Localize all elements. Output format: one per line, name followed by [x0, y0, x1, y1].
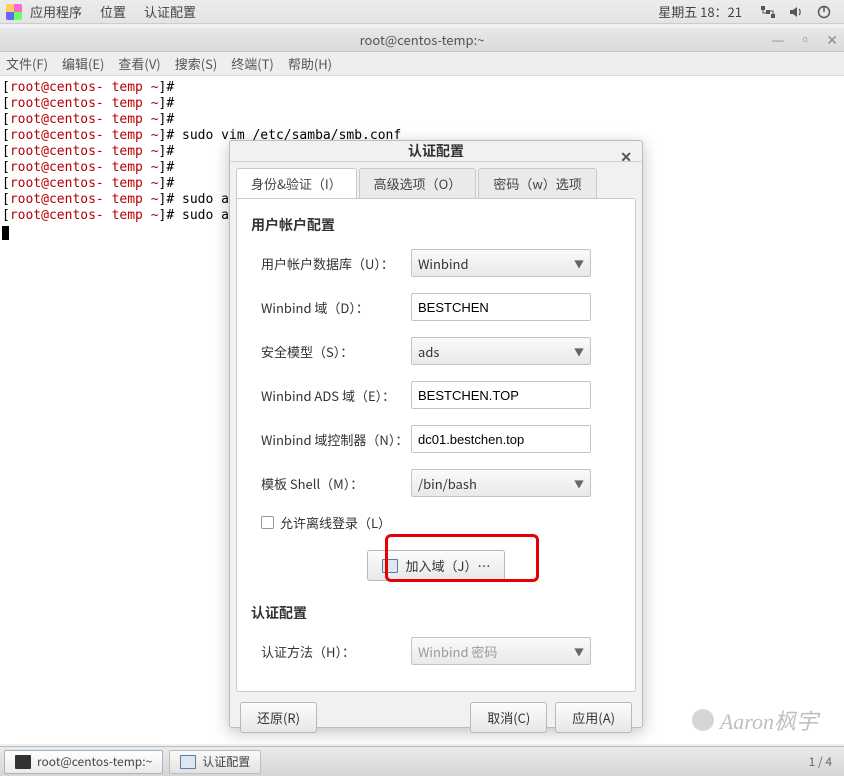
- input-winbind-dc-value[interactable]: [418, 432, 584, 447]
- select-user-db-value: Winbind: [418, 254, 469, 273]
- select-security-model[interactable]: ads ▼: [411, 337, 591, 365]
- terminal-menu-search[interactable]: 搜索(S): [175, 54, 218, 73]
- panel-clock[interactable]: 星期五 18：21: [658, 2, 742, 21]
- terminal-cursor: [2, 226, 9, 240]
- terminal-menu-terminal[interactable]: 终端(T): [231, 54, 274, 73]
- menu-applications[interactable]: 应用程序: [30, 2, 82, 21]
- terminal-menu-help[interactable]: 帮助(H): [288, 54, 332, 73]
- terminal-menu-file[interactable]: 文件(F): [6, 54, 48, 73]
- terminal-prompt: root@centos- temp ~: [10, 80, 159, 95]
- tab-passwords[interactable]: 密码（w）选项: [478, 168, 596, 198]
- label-template-shell: 模板 Shell（M）：: [251, 474, 411, 493]
- label-winbind-dc: Winbind 域控制器（N）：: [251, 430, 411, 449]
- select-auth-method-value: Winbind 密码: [418, 642, 497, 661]
- cancel-button[interactable]: 取消(C): [470, 702, 547, 733]
- chevron-down-icon: ▼: [574, 344, 584, 359]
- terminal-output: sudo a: [182, 192, 229, 207]
- terminal-prompt: root@centos- temp ~: [10, 144, 159, 159]
- terminal-prompt: root@centos- temp ~: [10, 192, 159, 207]
- network-tray-icon[interactable]: [760, 4, 776, 20]
- taskbar-btn-terminal-label: root@centos-temp:~: [37, 753, 152, 770]
- terminal-prompt: root@centos- temp ~: [10, 208, 159, 223]
- chevron-down-icon: ▼: [574, 256, 584, 271]
- input-winbind-dc[interactable]: [411, 425, 591, 453]
- label-winbind-domain: Winbind 域（D）：: [251, 298, 411, 317]
- terminal-menu-edit[interactable]: 编辑(E): [62, 54, 104, 73]
- terminal-prompt: root@centos- temp ~: [10, 112, 159, 127]
- terminal-prompt: root@centos- temp ~: [10, 96, 159, 111]
- watermark-text: Aaron枫宇: [720, 704, 818, 736]
- dialog-tabs: 身份&验证（I） 高级选项（O） 密码（w）选项: [230, 162, 642, 198]
- checkbox-allow-offline-label: 允许离线登录（L）: [280, 513, 391, 532]
- terminal-menu-view[interactable]: 查看(V): [118, 54, 160, 73]
- terminal-output: sudo a: [182, 208, 229, 223]
- chevron-down-icon: ▼: [574, 476, 584, 491]
- dialog-title: 认证配置: [408, 141, 464, 161]
- terminal-prompt: root@centos- temp ~: [10, 160, 159, 175]
- select-security-model-value: ads: [418, 342, 439, 361]
- distro-logo-icon: [6, 4, 22, 20]
- terminal-titlebar[interactable]: root@centos-temp:~ — ▫ ✕: [0, 28, 844, 52]
- section-user-account: 用户帐户配置: [251, 215, 621, 235]
- tab-identity-panel: 用户帐户配置 用户帐户数据库（U）： Winbind ▼ Winbind 域（D…: [236, 198, 636, 692]
- apply-button[interactable]: 应用(A): [555, 702, 632, 733]
- terminal-prompt: root@centos- temp ~: [10, 176, 159, 191]
- menu-places[interactable]: 位置: [100, 2, 126, 21]
- tab-identity[interactable]: 身份&验证（I）: [236, 168, 357, 198]
- terminal-icon: [15, 755, 31, 769]
- label-user-db: 用户帐户数据库（U）：: [251, 254, 411, 273]
- window-maximize-button[interactable]: ▫: [798, 30, 812, 50]
- desktop-taskbar: root@centos-temp:~ 认证配置 1 / 4: [0, 746, 844, 776]
- input-winbind-domain-value[interactable]: [418, 300, 584, 315]
- auth-config-dialog: 认证配置 ✕ 身份&验证（I） 高级选项（O） 密码（w）选项 用户帐户配置 用…: [229, 140, 643, 728]
- label-winbind-ads: Winbind ADS 域（E）：: [251, 386, 411, 405]
- workspace-indicator[interactable]: 1 / 4: [809, 753, 832, 770]
- label-auth-method: 认证方法（H）：: [251, 642, 411, 661]
- input-winbind-ads[interactable]: [411, 381, 591, 409]
- watermark: Aaron枫宇: [692, 704, 818, 736]
- tab-advanced[interactable]: 高级选项（O）: [359, 168, 477, 198]
- power-tray-icon[interactable]: [816, 4, 832, 20]
- label-security-model: 安全模型（S）：: [251, 342, 411, 361]
- select-template-shell[interactable]: /bin/bash ▼: [411, 469, 591, 497]
- section-auth: 认证配置: [251, 603, 621, 623]
- join-domain-button[interactable]: 加入域（J）…: [367, 550, 506, 581]
- restore-button[interactable]: 还原(R): [240, 702, 317, 733]
- checkbox-box-icon: [261, 516, 274, 529]
- dialog-titlebar[interactable]: 认证配置 ✕: [230, 141, 642, 162]
- computer-icon: [382, 559, 398, 573]
- join-domain-label: 加入域（J）…: [406, 556, 491, 575]
- select-template-shell-value: /bin/bash: [418, 474, 477, 493]
- taskbar-btn-auth-config[interactable]: 认证配置: [169, 750, 261, 774]
- chevron-down-icon: ▼: [574, 644, 584, 659]
- window-close-button[interactable]: ✕: [826, 30, 838, 50]
- select-user-db[interactable]: Winbind ▼: [411, 249, 591, 277]
- desktop-top-panel: 应用程序 位置 认证配置 星期五 18：21: [0, 0, 844, 24]
- window-minimize-button[interactable]: —: [772, 30, 785, 50]
- menu-auth-config[interactable]: 认证配置: [144, 2, 196, 21]
- wechat-icon: [692, 709, 714, 731]
- terminal-prompt: root@centos- temp ~: [10, 128, 159, 143]
- auth-dialog-icon: [180, 755, 196, 769]
- taskbar-btn-terminal[interactable]: root@centos-temp:~: [4, 750, 163, 774]
- taskbar-btn-auth-config-label: 认证配置: [202, 753, 250, 770]
- checkbox-allow-offline[interactable]: 允许离线登录（L）: [261, 513, 621, 532]
- terminal-menubar: 文件(F) 编辑(E) 查看(V) 搜索(S) 终端(T) 帮助(H): [0, 52, 844, 76]
- terminal-title: root@centos-temp:~: [360, 30, 485, 49]
- dialog-close-button[interactable]: ✕: [620, 147, 632, 167]
- dialog-button-row: 还原(R) 取消(C) 应用(A): [230, 692, 642, 743]
- select-auth-method: Winbind 密码 ▼: [411, 637, 591, 665]
- input-winbind-domain[interactable]: [411, 293, 591, 321]
- input-winbind-ads-value[interactable]: [418, 388, 584, 403]
- volume-tray-icon[interactable]: [788, 4, 804, 20]
